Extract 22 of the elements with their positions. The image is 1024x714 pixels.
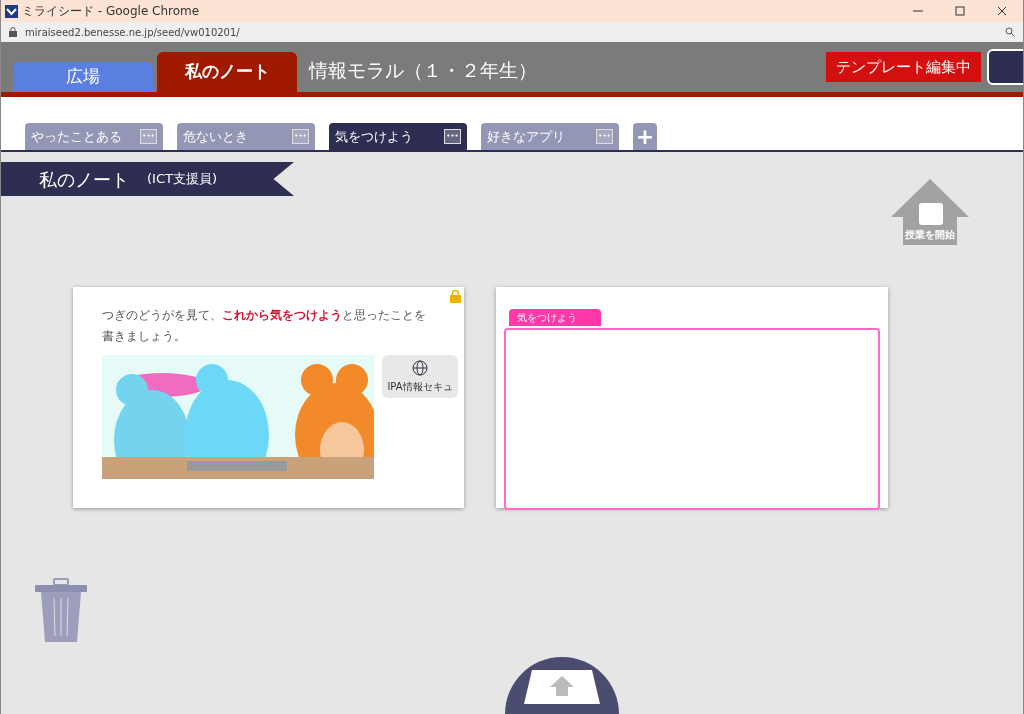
subject-title: 情報モラル（１・２年生） [309,57,537,83]
close-icon[interactable] [997,6,1007,16]
upload-button[interactable] [505,656,619,714]
zoom-icon[interactable] [1005,27,1015,37]
ribbon-title: 私のノート [39,167,129,192]
answer-field[interactable] [504,328,880,510]
start-lesson-button[interactable]: 授業を開始 [891,179,969,245]
globe-icon [412,359,428,376]
lock-icon [9,27,17,37]
ribbon-role: (ICT支援員) [147,170,217,189]
window-title: ミライシード - Google Chrome [22,3,200,20]
link-button[interactable]: IPA情報セキュ [382,355,458,398]
template-badge: テンプレート編集中 [826,52,981,82]
app-icon [5,4,18,18]
answer-label: 気をつけよう [509,309,601,326]
question-text: つぎのどうがを見て、これから気をつけようと思ったことを書きましょう。 [102,307,427,345]
header-button[interactable] [987,49,1023,85]
maximize-icon[interactable] [955,6,965,16]
add-tab-button[interactable]: + [633,123,657,150]
nav-tab[interactable]: 私のノート [157,52,297,92]
url-text[interactable]: miraiseed2.benesse.ne.jp/seed/vw010201/ [25,24,240,40]
nav-tab[interactable]: 広場 [13,62,153,92]
